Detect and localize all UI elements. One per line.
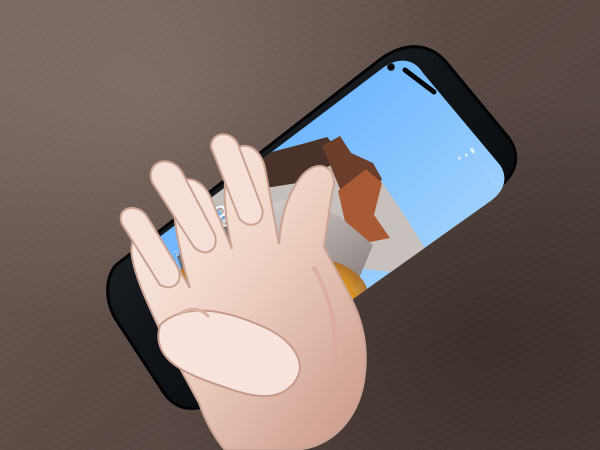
photo-scene: 1:28 Sun, Apr 2 ▾ ▴ ▮ (0, 0, 600, 450)
smartphone-photo (106, 45, 518, 410)
front-camera (387, 63, 395, 71)
